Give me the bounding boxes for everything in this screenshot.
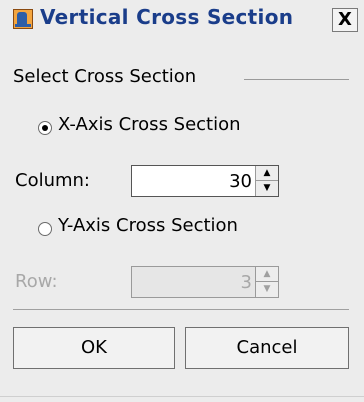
button-separator bbox=[13, 309, 349, 310]
y-axis-radio-label[interactable]: Y-Axis Cross Section bbox=[58, 215, 238, 236]
row-decrement-button: ▼ bbox=[263, 284, 271, 294]
column-spinner[interactable]: 30 ▲ ▼ bbox=[131, 165, 279, 197]
row-input: 3 bbox=[240, 272, 252, 293]
column-increment-button[interactable]: ▲ bbox=[256, 166, 278, 181]
x-axis-radio[interactable] bbox=[38, 121, 52, 135]
close-button[interactable]: X bbox=[332, 8, 358, 32]
row-label: Row: bbox=[15, 271, 58, 292]
group-label: Select Cross Section bbox=[13, 66, 197, 87]
column-decrement-button[interactable]: ▼ bbox=[256, 181, 278, 196]
column-label: Column: bbox=[15, 170, 90, 191]
window-title: Vertical Cross Section bbox=[40, 5, 294, 29]
window-bottom-edge bbox=[0, 396, 364, 397]
java-cup-icon bbox=[13, 9, 33, 29]
row-spin-buttons: ▲ ▼ bbox=[255, 267, 278, 297]
title-bar: Vertical Cross Section X bbox=[0, 0, 364, 40]
group-divider bbox=[244, 79, 349, 80]
cancel-button[interactable]: Cancel bbox=[185, 327, 349, 369]
x-axis-radio-label[interactable]: X-Axis Cross Section bbox=[58, 114, 241, 135]
row-increment-button: ▲ bbox=[256, 267, 278, 282]
y-axis-radio[interactable] bbox=[38, 222, 52, 236]
ok-button[interactable]: OK bbox=[13, 327, 175, 369]
row-spinner: 3 ▲ ▼ bbox=[131, 266, 279, 298]
column-input[interactable]: 30 bbox=[229, 171, 252, 192]
column-spin-buttons: ▲ ▼ bbox=[255, 166, 278, 196]
